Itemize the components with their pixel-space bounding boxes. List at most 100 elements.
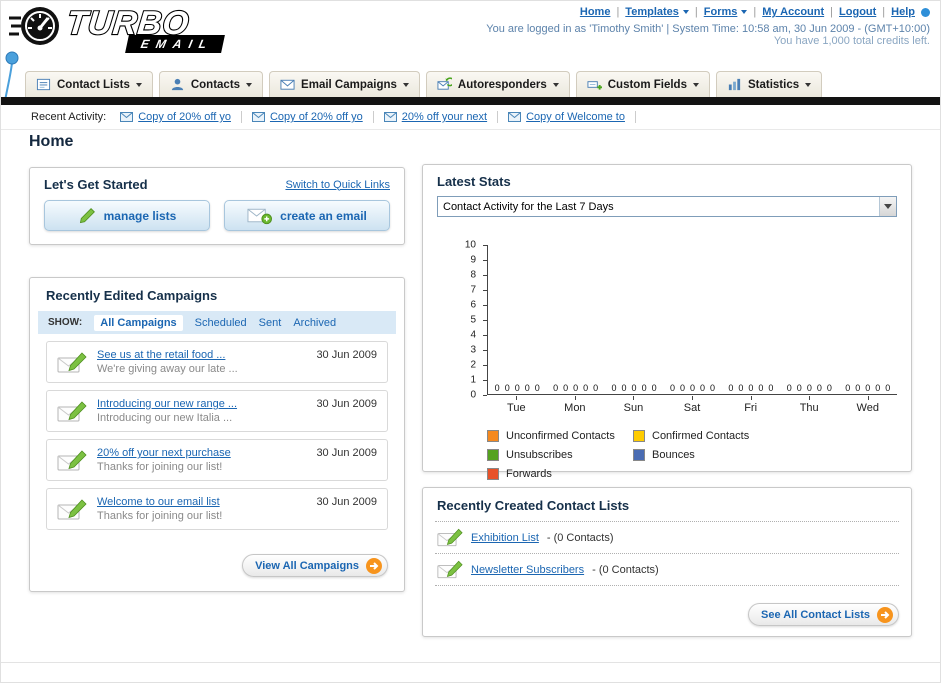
contact-list-item[interactable]: Newsletter Subscribers - (0 Contacts) (423, 554, 911, 585)
filter-scheduled[interactable]: Scheduled (195, 317, 247, 329)
activity-item-label: Copy of Welcome to (526, 111, 625, 123)
arrow-right-icon (366, 557, 382, 574)
email-icon (508, 112, 522, 122)
legend-label: Unconfirmed Contacts (506, 430, 615, 442)
select-value: Contact Activity for the Last 7 Days (443, 200, 614, 213)
chart-value-label: 0 (583, 383, 589, 393)
chart-value-label: 0 (679, 383, 685, 393)
tab-label: Custom Fields (607, 78, 687, 91)
campaign-title-link[interactable]: See us at the retail food ... (97, 349, 306, 361)
chart-value-label: 0 (621, 383, 627, 393)
chevron-down-icon (402, 82, 409, 87)
tab-custom-fields[interactable]: Custom Fields (575, 71, 710, 97)
chart-day-column: 00000 (488, 245, 546, 394)
divider (435, 585, 899, 586)
tab-label: Autoresponders (457, 78, 547, 91)
activity-item-label: 20% off your next (401, 111, 488, 123)
separator (616, 6, 619, 18)
tab-label: Email Campaigns (301, 78, 397, 91)
chevron-down-icon (692, 82, 699, 87)
recent-activity-item[interactable]: Copy of 20% off yo (120, 111, 242, 123)
campaign-subtitle: We're giving away our late ... (97, 363, 238, 375)
y-axis-label: 0 (470, 389, 476, 401)
recent-activity-item[interactable]: Copy of 20% off yo (251, 111, 374, 123)
chart-day-column: 00000 (839, 245, 897, 394)
page-title: Home (29, 133, 74, 150)
filter-all-campaigns[interactable]: All Campaigns (94, 314, 183, 331)
nav-label: Help (891, 6, 915, 18)
chart-value-label: 0 (806, 383, 812, 393)
x-axis-label: Fri (721, 396, 780, 414)
envelope-plus-icon (247, 208, 273, 224)
contacts-icon (171, 78, 183, 91)
chart-value-label: 0 (651, 383, 657, 393)
campaign-date: 30 Jun 2009 (316, 496, 377, 508)
chart-value-label: 0 (689, 383, 695, 393)
switch-quick-links-link[interactable]: Switch to Quick Links (285, 179, 390, 191)
legend-label: Forwards (506, 468, 552, 480)
y-axis-label: 9 (470, 254, 476, 266)
tab-email-campaigns[interactable]: Email Campaigns (269, 71, 420, 97)
tab-strip-underline (1, 97, 940, 105)
chart-day-column: 00000 (780, 245, 838, 394)
contact-list-name-link[interactable]: Newsletter Subscribers (471, 564, 584, 576)
contact-list-detail: - (0 Contacts) (592, 563, 659, 576)
legend-item: Unsubscribes (487, 449, 633, 461)
button-label: See All Contact Lists (760, 608, 870, 621)
legend-item: Confirmed Contacts (633, 430, 779, 442)
campaign-title-link[interactable]: 20% off your next purchase (97, 447, 306, 459)
chart-value-label: 0 (669, 383, 675, 393)
campaign-list-item[interactable]: Introducing our new range ... Introducin… (46, 390, 388, 432)
filter-archived[interactable]: Archived (293, 317, 336, 329)
custom-fields-icon (587, 81, 602, 90)
show-label: SHOW: (48, 317, 83, 328)
chart-value-label: 0 (699, 383, 705, 393)
nav-forms-link[interactable]: Forms (704, 6, 748, 18)
tab-label: Contacts (190, 78, 241, 91)
see-all-contact-lists-button[interactable]: See All Contact Lists (747, 603, 899, 626)
campaign-list-item[interactable]: 20% off your next purchase Thanks for jo… (46, 439, 388, 481)
envelope-pencil-icon (57, 401, 87, 421)
contact-list-item[interactable]: Exhibition List - (0 Contacts) (423, 522, 911, 553)
filter-sent[interactable]: Sent (259, 317, 282, 329)
create-email-button[interactable]: create an email (224, 200, 390, 231)
view-all-campaigns-button[interactable]: View All Campaigns (242, 554, 388, 577)
help-indicator-icon (921, 7, 930, 17)
nav-logout-link[interactable]: Logout (839, 6, 876, 18)
legend-item: Unconfirmed Contacts (487, 430, 633, 442)
campaign-list-item[interactable]: Welcome to our email list Thanks for joi… (46, 488, 388, 530)
recently-created-contact-lists-panel: Recently Created Contact Lists Exhibitio… (422, 487, 912, 637)
chart-value-label: 0 (885, 383, 891, 393)
button-label: manage lists (103, 208, 177, 223)
recent-activity-item[interactable]: Copy of Welcome to (508, 111, 636, 123)
logo-word-email: EMAIL (125, 35, 226, 53)
campaign-title-link[interactable]: Introducing our new range ... (97, 398, 306, 410)
tab-contact-lists[interactable]: Contact Lists (25, 71, 153, 97)
email-icon (251, 112, 265, 122)
nav-my-account-link[interactable]: My Account (762, 6, 824, 18)
envelope-pencil-icon (57, 352, 87, 372)
chart-value-label: 0 (631, 383, 637, 393)
nav-home-link[interactable]: Home (580, 6, 611, 18)
nav-templates-link[interactable]: Templates (625, 6, 689, 18)
campaign-title-link[interactable]: Welcome to our email list (97, 496, 306, 508)
recent-activity-item[interactable]: 20% off your next (383, 111, 499, 123)
stats-activity-select[interactable]: Contact Activity for the Last 7 Days (437, 196, 897, 217)
contact-list-name-link[interactable]: Exhibition List (471, 532, 539, 544)
x-axis-label: Sun (604, 396, 663, 414)
chart-day-column: 00000 (722, 245, 780, 394)
chart-value-label: 0 (514, 383, 520, 393)
chevron-down-icon (741, 10, 748, 14)
tab-contacts[interactable]: Contacts (158, 71, 264, 97)
nav-help-link[interactable]: Help (891, 6, 915, 18)
nav-label: Forms (703, 6, 738, 18)
tab-autoresponders[interactable]: Autoresponders (425, 71, 570, 97)
nav-label: My Account (762, 6, 825, 18)
campaign-list-item[interactable]: See us at the retail food ... We're givi… (46, 341, 388, 383)
envelope-pencil-icon (437, 560, 463, 579)
manage-lists-button[interactable]: manage lists (44, 200, 210, 231)
legend-label: Bounces (652, 449, 695, 461)
chart-plot: 00000000000000000000000000000000000 (487, 245, 897, 395)
chevron-down-icon (682, 10, 689, 14)
tab-statistics[interactable]: Statistics (715, 71, 823, 97)
